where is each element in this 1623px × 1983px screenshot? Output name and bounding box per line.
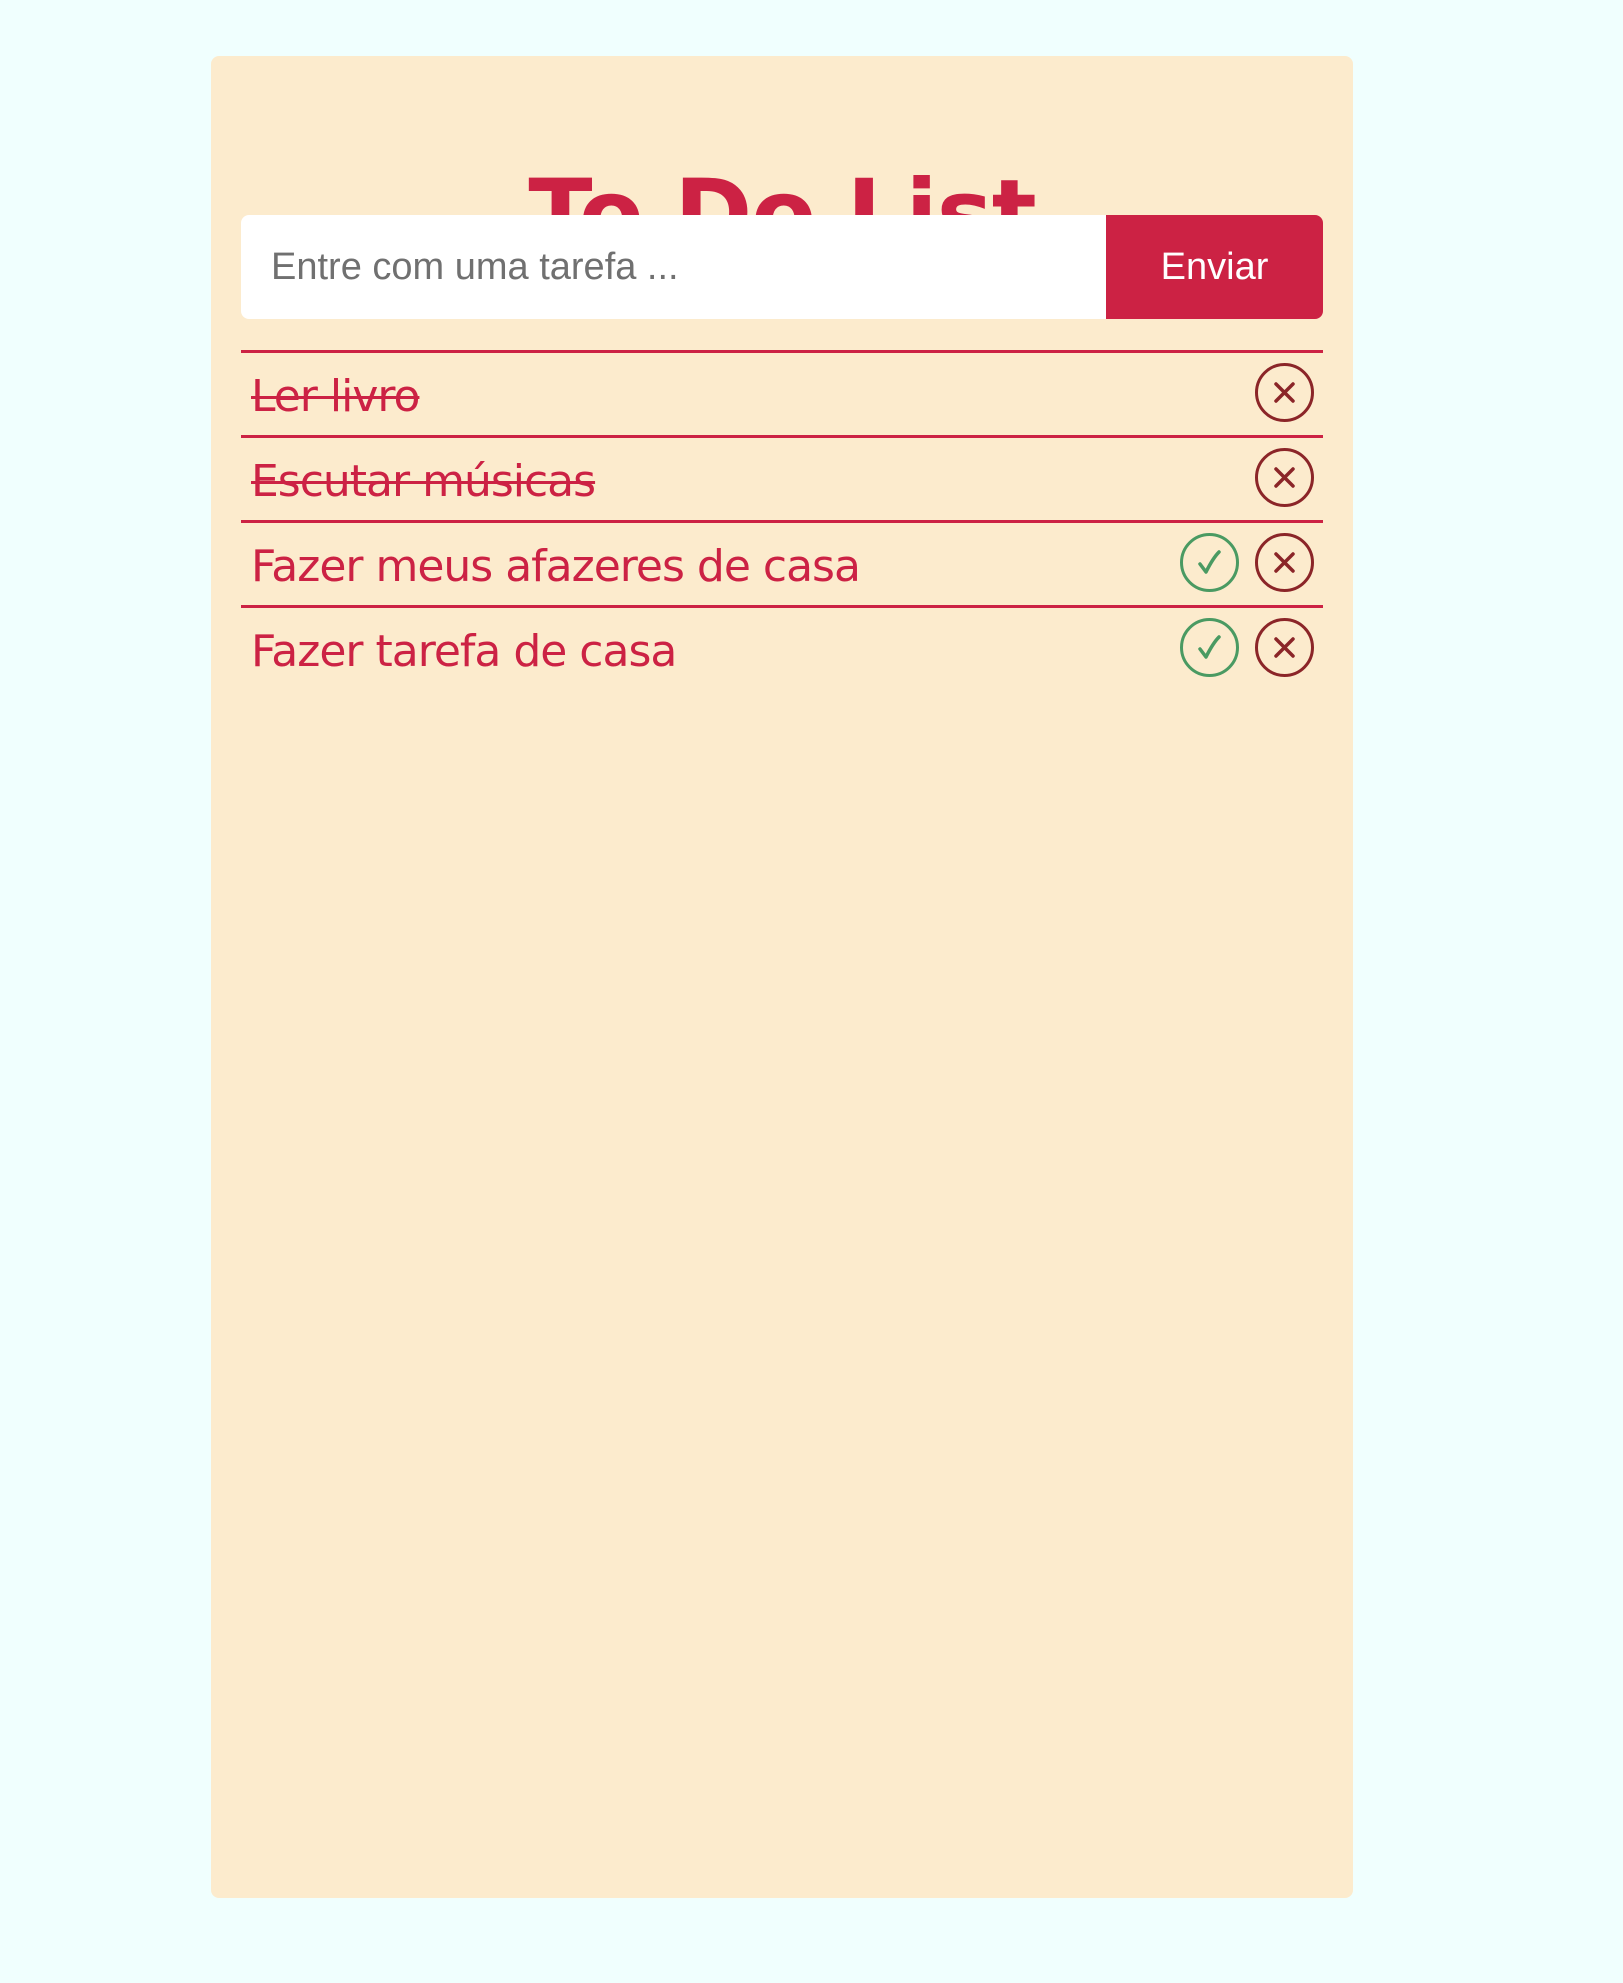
delete-task-button[interactable] [1255, 533, 1314, 592]
x-circle-icon [1274, 637, 1295, 658]
task-list: Ler livro Escutar músicas Fazer meus afa… [241, 350, 1323, 690]
task-input[interactable] [241, 215, 1106, 319]
task-form: Enviar [241, 215, 1323, 319]
x-circle-icon [1274, 467, 1295, 488]
check-circle-icon [1198, 635, 1221, 659]
complete-task-button[interactable] [1180, 618, 1239, 677]
check-circle-icon [1198, 550, 1221, 574]
task-item: Ler livro [241, 350, 1323, 435]
x-circle-icon [1274, 552, 1295, 573]
todo-card: To Do List Enviar Ler livro Escutar músi… [211, 56, 1353, 1898]
task-text[interactable]: Fazer meus afazeres de casa [251, 535, 861, 599]
send-button[interactable]: Enviar [1106, 215, 1323, 319]
task-text[interactable]: Ler livro [251, 365, 420, 429]
complete-task-button[interactable] [1180, 533, 1239, 592]
task-text[interactable]: Escutar músicas [251, 450, 596, 514]
delete-task-button[interactable] [1255, 618, 1314, 677]
task-item: Fazer meus afazeres de casa [241, 520, 1323, 605]
task-item: Fazer tarefa de casa [241, 605, 1323, 690]
task-item: Escutar músicas [241, 435, 1323, 520]
delete-task-button[interactable] [1255, 448, 1314, 507]
x-circle-icon [1274, 382, 1295, 403]
delete-task-button[interactable] [1255, 363, 1314, 422]
task-text[interactable]: Fazer tarefa de casa [251, 620, 677, 684]
